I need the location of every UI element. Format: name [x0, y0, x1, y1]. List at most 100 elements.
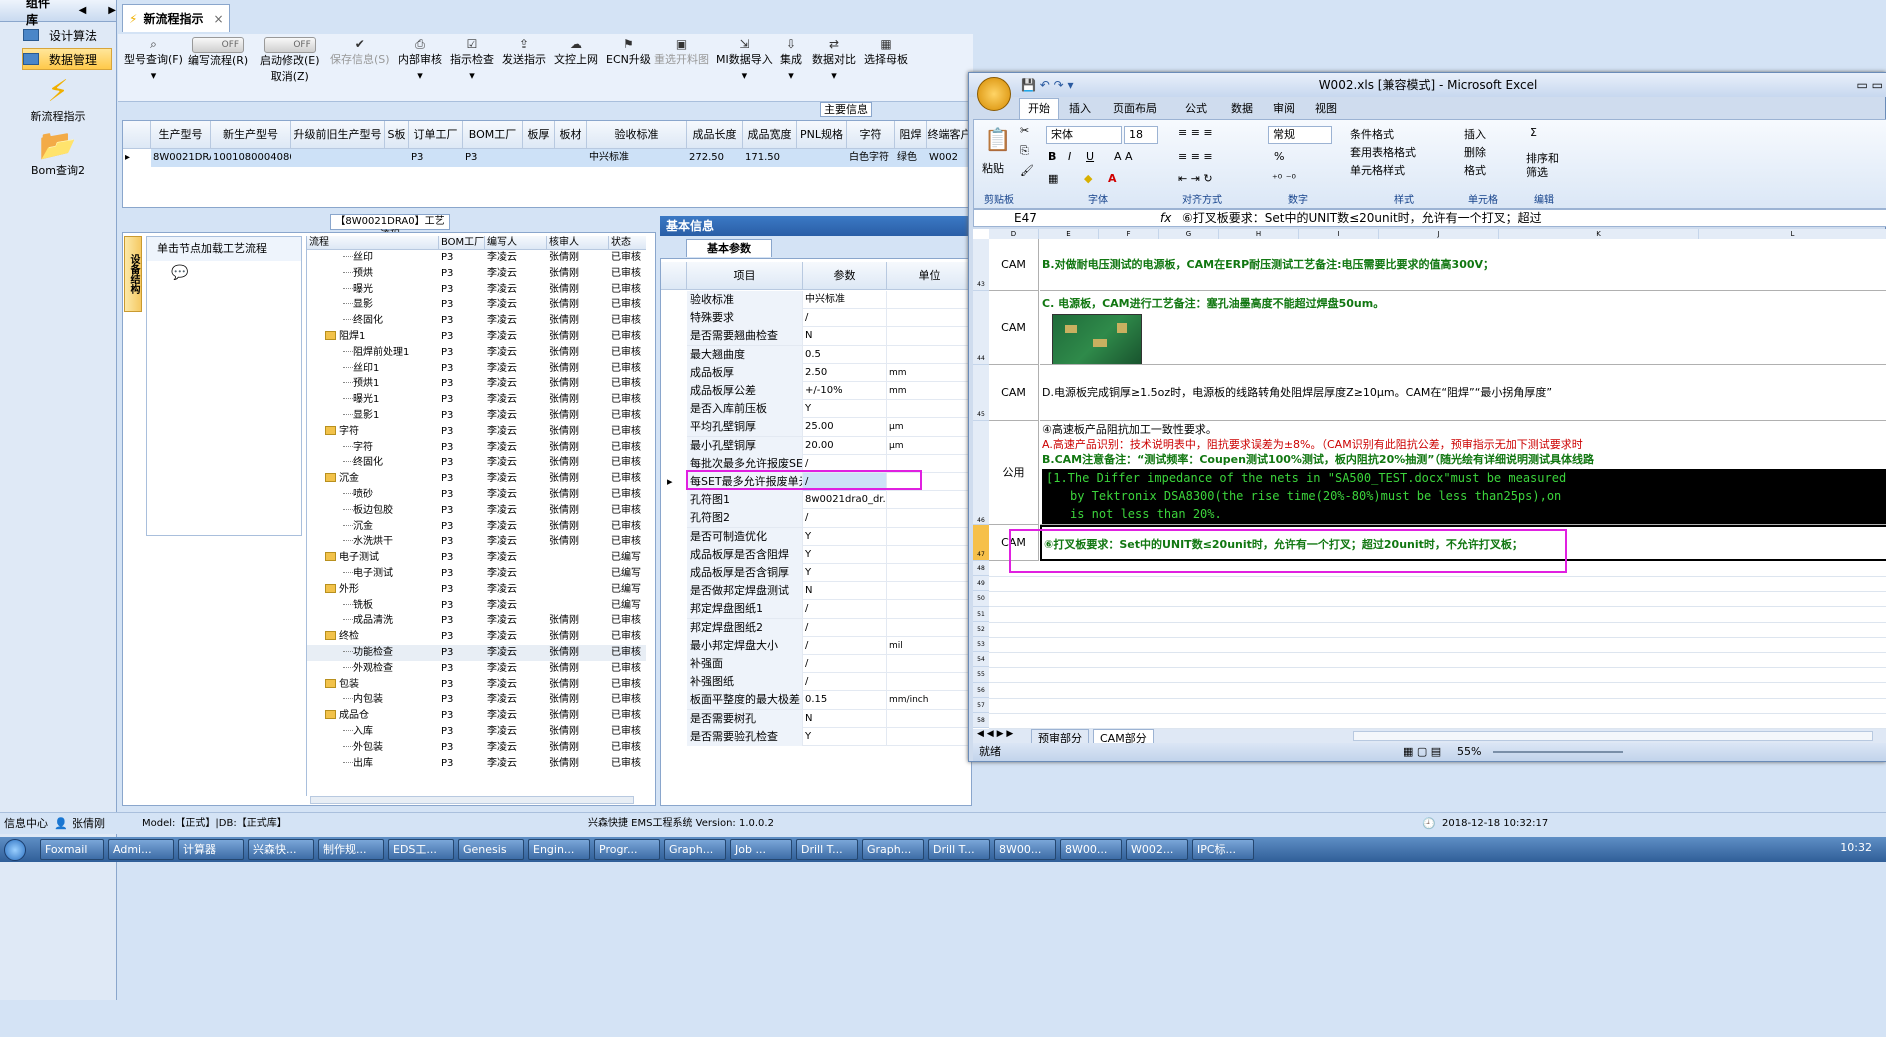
param-row[interactable]: 是否需要验孔检查 Y — [687, 727, 971, 746]
insert-cells-button[interactable]: 插入 — [1464, 126, 1486, 142]
vertical-tab-device-structure[interactable]: 设备结构 — [124, 236, 142, 312]
ribbon-tab-insert[interactable]: 插入 — [1069, 99, 1091, 119]
new-flow-shortcut[interactable]: ⚡ 新流程指示 — [0, 76, 116, 124]
ribbon-tab-view[interactable]: 视图 — [1315, 99, 1337, 119]
collapse-icon[interactable]: ◀ — [79, 5, 87, 16]
taskbar-button[interactable]: 兴森快... — [248, 839, 314, 860]
tree-row[interactable]: 丝印1 P3 李凌云 张倩刚 已审核 — [307, 361, 646, 377]
filter-button[interactable]: 筛选 — [1526, 164, 1548, 180]
ribbon-tab-formulas[interactable]: 公式 — [1185, 99, 1207, 119]
sheet-cell[interactable]: C. 电源板，CAM进行工艺备注：塞孔油墨高度不能超过焊盘50um。 — [1040, 291, 1886, 365]
column-header[interactable]: K — [1499, 229, 1699, 239]
fill-color-icon[interactable]: ◆ — [1084, 172, 1092, 185]
param-value[interactable]: 0.15 — [803, 691, 887, 710]
table-cell[interactable]: 272.50 — [687, 149, 743, 167]
param-row[interactable]: 最大翘曲度 0.5 — [687, 345, 971, 364]
dropdown-arrow-icon[interactable]: ▾ — [831, 69, 837, 82]
taskbar-button[interactable]: 计算器 — [178, 839, 244, 860]
send-instruction-button[interactable]: ⇪ 发送指示 — [502, 36, 546, 68]
tree-row[interactable]: 板边包胶 P3 李凌云 张倩刚 已审核 — [307, 503, 646, 519]
indent-icon[interactable]: ⇤ ⇥ ↻ — [1178, 172, 1213, 185]
sheet-nav-icons[interactable]: ◀ ◀ ▶ ▶ — [977, 729, 1013, 739]
tree-row[interactable]: 字符 P3 李凌云 张倩刚 已审核 — [307, 440, 646, 456]
column-header[interactable]: 生产型号 — [151, 121, 211, 149]
bom-query-shortcut[interactable]: 📂 Bom查询2 — [0, 130, 116, 178]
formula-input[interactable]: ⑥打叉板要求：Set中的UNIT数≤20unit时，允许有一个打叉；超过 — [1182, 210, 1542, 226]
sheet-cell[interactable]: 公用 — [989, 421, 1039, 525]
taskbar-button[interactable]: Progr... — [594, 839, 660, 860]
pin-icon[interactable]: ▶ — [108, 5, 116, 16]
table-cell[interactable] — [523, 149, 555, 167]
param-value[interactable]: / — [803, 655, 887, 673]
taskbar-button[interactable]: Drill T... — [928, 839, 990, 860]
delete-cells-button[interactable]: 删除 — [1464, 144, 1486, 160]
dropdown-arrow-icon[interactable]: ▾ — [151, 69, 157, 82]
row-header[interactable]: 43 — [973, 239, 989, 291]
cut-icon[interactable]: ✂ — [1020, 124, 1029, 137]
param-row[interactable]: 成品板厚是否含阻焊 Y — [687, 545, 971, 564]
row-header[interactable]: 56 — [973, 682, 989, 698]
quick-access-icons[interactable]: 💾 ↶ ↷ ▾ — [1021, 73, 1074, 97]
param-value[interactable]: Y — [803, 727, 887, 746]
tree-row[interactable]: 入库 P3 李凌云 张倩刚 已审核 — [307, 724, 646, 740]
decimal-icon[interactable]: ⁺⁰ ⁻⁰ — [1272, 172, 1296, 185]
column-header[interactable]: 核审人 — [547, 236, 609, 250]
align-top-icon[interactable]: ≡ ≡ ≡ — [1178, 126, 1213, 139]
param-value[interactable]: N — [803, 709, 887, 728]
table-cell[interactable]: P3 — [409, 149, 463, 167]
row-header[interactable]: 54 — [973, 652, 989, 668]
column-header[interactable]: 编写人 — [485, 236, 547, 250]
ecn-upgrade-button[interactable]: ⚑ ECN升级 — [606, 36, 651, 68]
tree-row[interactable]: 曝光1 P3 李凌云 张倩刚 已审核 — [307, 392, 646, 408]
column-header[interactable]: 流程 — [307, 236, 439, 250]
sum-icon[interactable]: Σ — [1530, 126, 1537, 139]
tree-row[interactable]: 内包装 P3 李凌云 张倩刚 已审核 — [307, 692, 646, 708]
column-header[interactable]: 状态 — [609, 236, 646, 250]
param-row[interactable]: 邦定焊盘图纸1/ — [687, 600, 971, 619]
row-header[interactable]: 49 — [973, 576, 989, 592]
row-header[interactable]: 55 — [973, 667, 989, 683]
align-left-icon[interactable]: ≡ ≡ ≡ — [1178, 150, 1213, 163]
tree-row[interactable]: 成品清洗 P3 李凌云 张倩刚 已审核 — [307, 613, 646, 629]
tree-row[interactable]: 水洗烘干 P3 李凌云 张倩刚 已审核 — [307, 534, 646, 550]
tree-row[interactable]: 显影1 P3 李凌云 张倩刚 已审核 — [307, 408, 646, 424]
internal-review-button[interactable]: ⎙ 内部审核 ▾ — [398, 36, 442, 84]
table-cell[interactable]: 171.50 — [743, 149, 797, 167]
tree-row[interactable]: 终检 P3 李凌云 张倩刚 已审核 — [307, 629, 646, 645]
window-controls[interactable]: ▭ ▭ — [1857, 73, 1884, 97]
row-header[interactable]: 45 — [973, 365, 989, 421]
column-header[interactable]: 升级前旧生产型号 — [291, 121, 385, 149]
start-button[interactable] — [4, 839, 26, 861]
param-row[interactable]: 孔符图2/ — [687, 509, 971, 528]
copy-icon[interactable]: ⎘ — [1020, 144, 1029, 158]
load-hint[interactable]: 单击节点加载工艺流程 💬 — [147, 237, 301, 281]
row-header[interactable]: 47 — [973, 525, 989, 561]
tree-row[interactable]: 阻焊前处理1 P3 李凌云 张倩刚 已审核 — [307, 345, 646, 361]
sheet-cell[interactable]: D.电源板完成铜厚≥1.5oz时，电源板的线路转角处阻焊层厚度Z≥10μm。CA… — [1040, 365, 1886, 421]
format-cells-button[interactable]: 格式 — [1464, 162, 1486, 178]
reselect-cutting-button[interactable]: ▣ 重选开料图 — [654, 36, 709, 68]
row-header[interactable]: 48 — [973, 561, 989, 577]
param-row[interactable]: 邦定焊盘图纸2/ — [687, 618, 971, 637]
param-row[interactable]: 孔符图1 8w0021dra0_dr... — [687, 491, 971, 510]
param-row[interactable]: 是否需要树孔 N — [687, 709, 971, 728]
data-compare-button[interactable]: ⇄ 数据对比 ▾ — [812, 36, 856, 84]
taskbar-button[interactable]: Foxmail — [40, 839, 104, 860]
param-value[interactable]: / — [803, 509, 887, 528]
tree-row[interactable]: 显影 P3 李凌云 张倩刚 已审核 — [307, 297, 646, 313]
table-cell[interactable] — [797, 149, 847, 167]
underline-icon[interactable]: U — [1086, 150, 1094, 163]
tree-row[interactable]: 阻焊1 P3 李凌云 张倩刚 已审核 — [307, 329, 646, 345]
sheet-cell[interactable]: CAM — [989, 291, 1039, 365]
column-header[interactable]: I — [1299, 229, 1379, 239]
taskbar-button[interactable]: Job ... — [730, 839, 792, 860]
cell-style-button[interactable]: 单元格样式 — [1350, 162, 1405, 178]
param-row[interactable]: 成品板厚是否含铜厚 Y — [687, 564, 971, 583]
fx-icon[interactable]: fx — [1160, 210, 1171, 226]
tree-row[interactable]: 终固化 P3 李凌云 张倩刚 已审核 — [307, 313, 646, 329]
param-value[interactable]: / — [803, 673, 887, 692]
column-header[interactable]: 订单工厂 — [409, 121, 463, 149]
font-size-select[interactable]: 18 — [1124, 126, 1158, 144]
column-header[interactable]: BOM工厂 — [463, 121, 523, 149]
bold-icon[interactable]: B — [1048, 150, 1056, 163]
